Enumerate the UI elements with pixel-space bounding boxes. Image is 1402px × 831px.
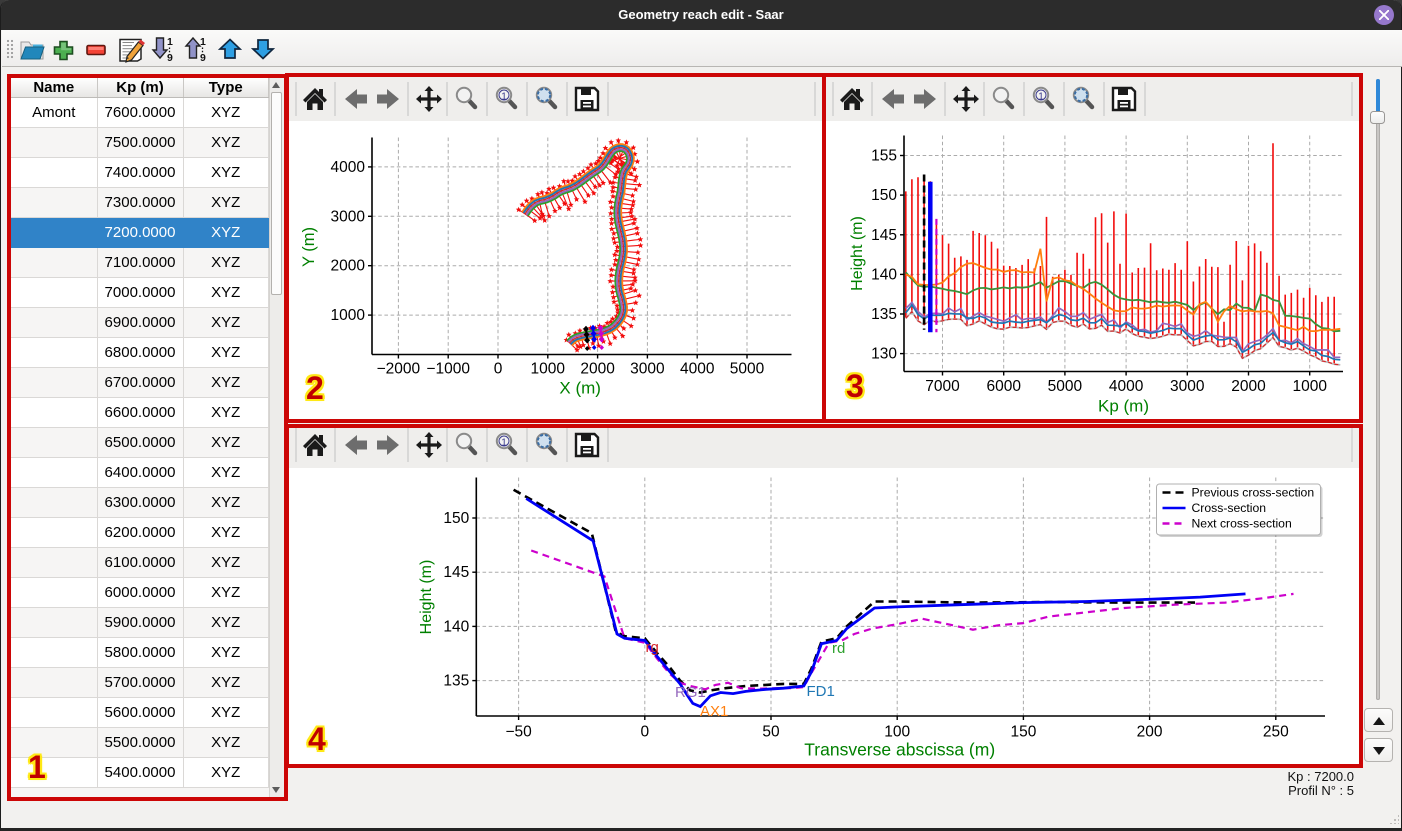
svg-text:0: 0 [640,724,649,741]
svg-text:6000: 6000 [986,378,1021,395]
svg-text:200: 200 [1137,724,1163,741]
svg-text:4000: 4000 [331,159,366,176]
svg-text:FD1: FD1 [807,683,835,700]
svg-text:250: 250 [1263,724,1289,741]
svg-text:−1000: −1000 [426,361,470,378]
svg-text:135: 135 [443,673,469,690]
svg-text:Next cross-section: Next cross-section [1192,517,1292,531]
svg-text:2000: 2000 [331,258,366,275]
svg-text:4000: 4000 [1109,378,1144,395]
svg-text:4000: 4000 [680,361,715,378]
svg-text:150: 150 [443,510,469,527]
svg-text:1000: 1000 [531,361,566,378]
svg-text:RG1: RG1 [675,684,706,701]
svg-text:1000: 1000 [331,307,366,324]
svg-text:9: 9 [200,52,206,64]
svg-text:1: 1 [200,36,206,48]
svg-text:3000: 3000 [630,361,665,378]
svg-text:0: 0 [494,361,503,378]
svg-text:150: 150 [871,187,897,204]
svg-text:Y (m): Y (m) [300,227,318,267]
svg-text:−50: −50 [505,724,532,741]
svg-text:Cross-section: Cross-section [1192,501,1267,515]
svg-text:140: 140 [871,266,897,283]
svg-text:1: 1 [1038,92,1044,103]
svg-text:130: 130 [871,346,897,363]
svg-text:rd: rd [832,640,845,657]
svg-text:7000: 7000 [925,378,960,395]
svg-text:9: 9 [167,52,173,64]
svg-text:−2000: −2000 [377,361,421,378]
svg-text:135: 135 [871,306,897,323]
svg-text:140: 140 [443,618,469,635]
svg-text:Kp (m): Kp (m) [1098,397,1149,416]
svg-text:2000: 2000 [580,361,615,378]
svg-text:Height (m): Height (m) [418,560,435,635]
svg-text:AX1: AX1 [700,703,728,720]
svg-text:145: 145 [443,564,469,581]
svg-text:145: 145 [871,227,897,244]
svg-text:3000: 3000 [1170,378,1205,395]
svg-text:3000: 3000 [331,208,366,225]
svg-text:Previous cross-section: Previous cross-section [1192,486,1315,500]
svg-text:2000: 2000 [1231,378,1266,395]
svg-text:100: 100 [884,724,910,741]
svg-text:1: 1 [501,438,507,449]
svg-text:X (m): X (m) [559,379,601,398]
svg-text:rg: rg [646,639,659,656]
svg-text:50: 50 [762,724,780,741]
svg-text:5000: 5000 [730,361,765,378]
svg-text:1000: 1000 [1292,378,1327,395]
svg-text:1: 1 [501,92,507,103]
svg-text:155: 155 [871,148,897,165]
svg-text:5000: 5000 [1048,378,1083,395]
svg-text:Height (m): Height (m) [849,216,866,291]
svg-text:Transverse abscissa (m): Transverse abscissa (m) [804,739,995,759]
svg-text:1: 1 [167,36,173,48]
svg-text:150: 150 [1010,724,1036,741]
